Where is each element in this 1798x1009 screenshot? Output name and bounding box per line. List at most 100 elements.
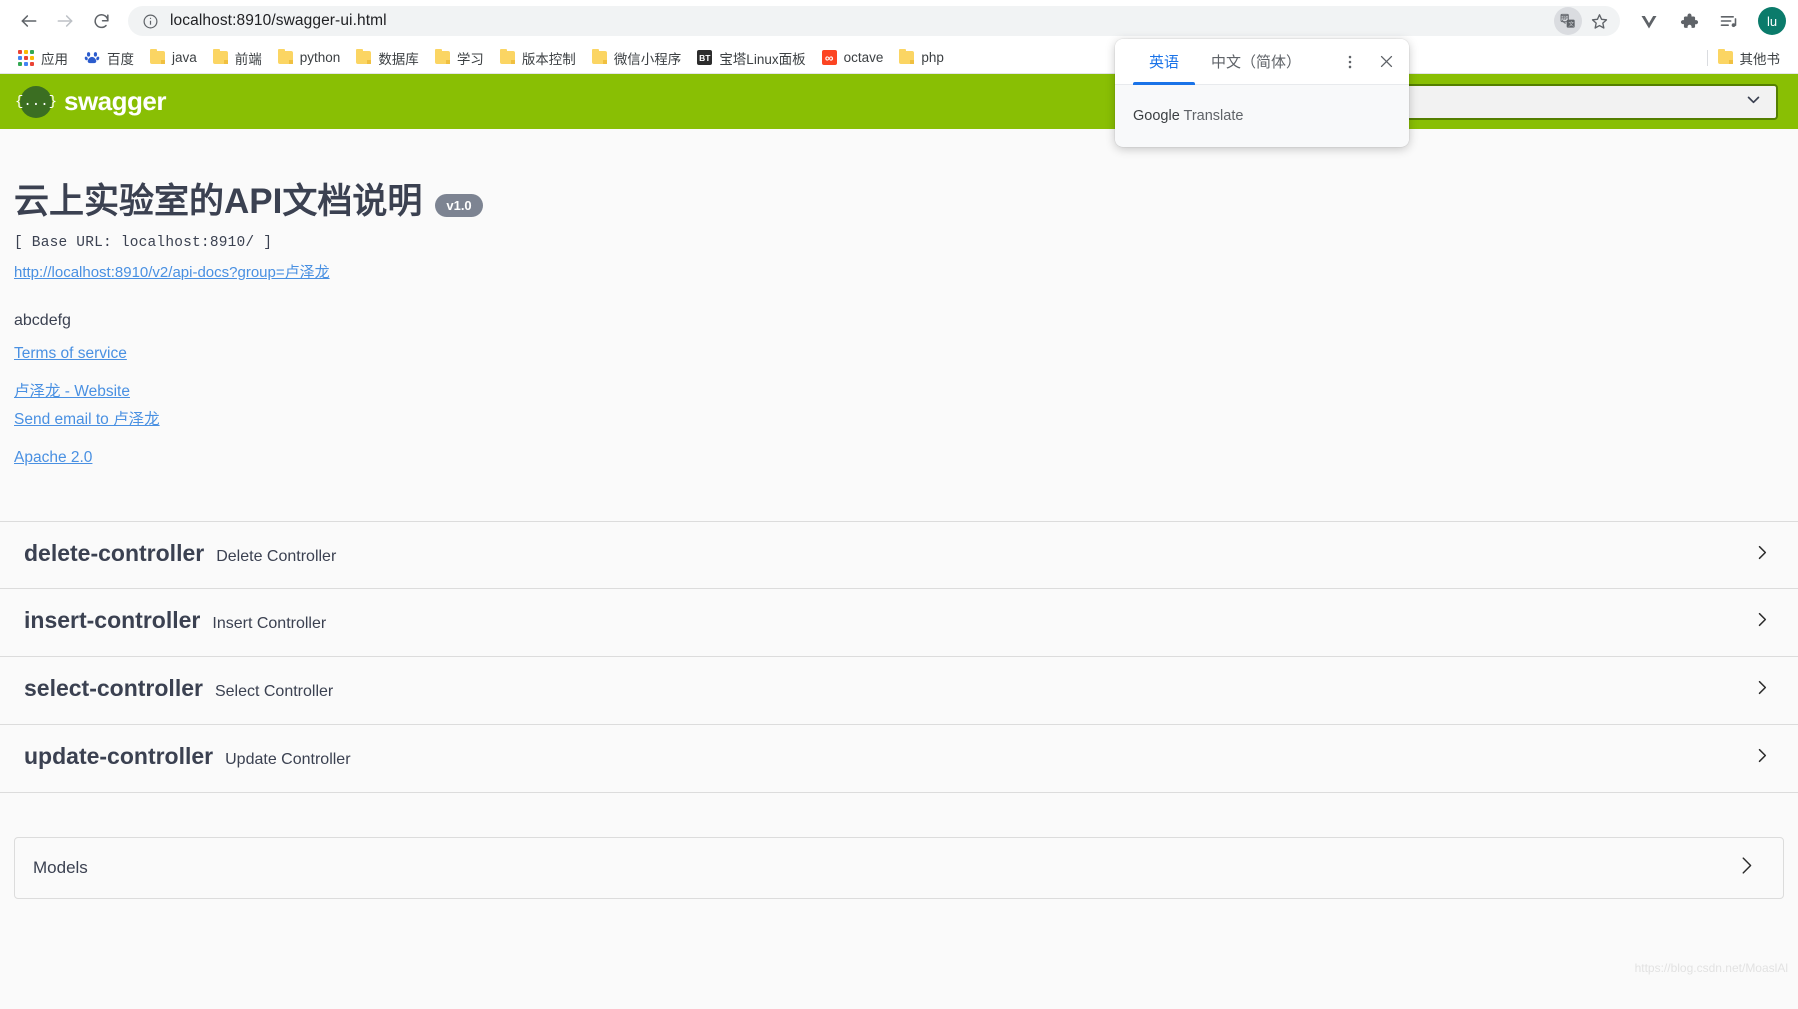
folder-icon <box>499 48 515 64</box>
tag-row-update-controller[interactable]: update-controller Update Controller <box>0 725 1798 793</box>
reload-button[interactable] <box>84 4 118 38</box>
bookmark-label: octave <box>843 50 884 65</box>
watermark: https://blog.csdn.net/MoaslAl <box>1634 961 1788 975</box>
translate-popup: 英语 中文（简体） Google Translate <box>1115 39 1409 147</box>
chevron-right-icon[interactable] <box>1752 610 1772 635</box>
folder-icon <box>150 48 165 64</box>
translate-popup-body: Google Translate <box>1115 85 1409 146</box>
swagger-brand-text: swagger <box>64 86 167 116</box>
tag-name: update-controller <box>24 742 214 769</box>
bookmark-wechat-miniprogram[interactable]: 微信小程序 <box>584 45 690 71</box>
bookmark-baidu[interactable]: 百度 <box>76 45 142 71</box>
bookmark-label: 应用 <box>41 51 68 67</box>
bookmark-label: java <box>172 50 197 65</box>
version-badge: v1.0 <box>435 194 483 217</box>
google-translate-brand: Google Translate <box>1133 108 1243 124</box>
bookmark-study[interactable]: 学习 <box>427 45 492 71</box>
baidu-icon <box>84 50 100 65</box>
tab-english[interactable]: 英语 <box>1133 39 1196 85</box>
tag-row-delete-controller[interactable]: delete-controller Delete Controller <box>0 520 1798 589</box>
bookmark-database[interactable]: 数据库 <box>348 45 427 71</box>
tag-name: select-controller <box>24 674 203 701</box>
tag-row-insert-controller[interactable]: insert-controller Insert Controller <box>0 589 1798 657</box>
bookmark-label: 学习 <box>456 51 484 67</box>
chevron-down-icon <box>1745 91 1762 113</box>
models-title: Models <box>33 857 88 877</box>
browser-chrome: localhost:8910/swagger-ui.html G 文 lu 应用… <box>0 0 1798 74</box>
bookmark-label: 其他书 <box>1739 51 1781 67</box>
bookmark-apps[interactable]: 应用 <box>10 45 76 71</box>
tag-name: insert-controller <box>24 606 201 633</box>
bookmark-label: 宝塔Linux面板 <box>719 51 806 67</box>
avatar[interactable]: lu <box>1758 7 1786 35</box>
bookmark-label: 版本控制 <box>521 51 576 67</box>
divider <box>1706 49 1708 66</box>
tag-row-select-controller[interactable]: select-controller Select Controller <box>0 657 1798 725</box>
extensions-puzzle-icon[interactable] <box>1672 4 1706 38</box>
bookmark-other[interactable]: 其他书 <box>1717 45 1789 71</box>
folder-icon <box>899 48 915 64</box>
info-circle-icon[interactable] <box>142 13 159 30</box>
bookmark-version-control[interactable]: 版本控制 <box>492 45 584 71</box>
back-button[interactable] <box>12 4 46 38</box>
api-docs-link[interactable]: http://localhost:8910/v2/api-docs?group=… <box>14 261 330 282</box>
address-bar[interactable]: localhost:8910/swagger-ui.html G 文 <box>128 6 1620 36</box>
chevron-right-icon[interactable] <box>1752 542 1772 567</box>
translate-popup-actions <box>1335 47 1401 77</box>
kebab-menu-icon[interactable] <box>1335 47 1365 77</box>
browser-toolbar: localhost:8910/swagger-ui.html G 文 lu <box>0 0 1798 42</box>
models-section[interactable]: Models <box>14 836 1784 899</box>
brand-suffix: Translate <box>1179 107 1244 124</box>
bookmark-python[interactable]: python <box>270 45 349 71</box>
chevron-right-icon[interactable] <box>1752 746 1772 771</box>
url-text: localhost:8910/swagger-ui.html <box>170 12 387 29</box>
brand-prefix: Google <box>1133 107 1180 124</box>
swagger-topbar: {...} swagger Select a spec <box>0 74 1798 129</box>
translate-icon[interactable]: G 文 <box>1554 7 1582 35</box>
folder-icon <box>356 48 372 64</box>
bookmark-octave[interactable]: ∞ octave <box>814 45 892 71</box>
tag-description: Update Controller <box>225 750 351 768</box>
contact-website-link[interactable]: 卢泽龙 - Website <box>14 379 130 401</box>
page-title: 云上实验室的API文档说明 <box>14 182 423 221</box>
contact-email-link[interactable]: Send email to 卢泽龙 <box>14 407 160 429</box>
swagger-braces-icon: {...} <box>15 85 57 118</box>
terms-of-service-link[interactable]: Terms of service <box>14 345 127 363</box>
bookmark-star-icon[interactable] <box>1584 6 1614 36</box>
api-description: abcdefg <box>14 311 71 329</box>
bookmark-frontend[interactable]: 前端 <box>205 45 270 71</box>
svg-text:G: G <box>1563 16 1567 22</box>
tag-name: delete-controller <box>24 539 205 566</box>
tab-chinese-simplified[interactable]: 中文（简体） <box>1195 39 1317 85</box>
media-playlist-icon[interactable] <box>1712 4 1746 38</box>
tag-list: delete-controller Delete Controller inse… <box>0 520 1798 793</box>
api-title-row: 云上实验室的API文档说明 v1.0 <box>14 182 1798 221</box>
bookmarks-overflow[interactable]: 其他书 <box>1706 45 1789 71</box>
chevron-right-icon[interactable] <box>1752 678 1772 703</box>
api-info-block: 云上实验室的API文档说明 v1.0 [ Base URL: localhost… <box>0 129 1798 467</box>
folder-icon <box>434 48 450 64</box>
bookmark-label: php <box>921 50 944 65</box>
tag-description: Insert Controller <box>212 614 327 632</box>
chevron-right-icon[interactable] <box>1735 854 1757 881</box>
bookmark-label: 前端 <box>234 51 262 67</box>
close-icon[interactable] <box>1371 47 1401 77</box>
folder-icon <box>212 48 228 64</box>
octave-icon: ∞ <box>821 50 837 65</box>
bookmark-php[interactable]: php <box>891 45 952 71</box>
folder-icon <box>277 48 293 64</box>
license-link[interactable]: Apache 2.0 <box>14 449 92 467</box>
bookmark-label: 百度 <box>107 51 134 67</box>
bt-panel-icon: BT <box>697 50 713 65</box>
apps-grid-icon <box>18 49 34 66</box>
forward-button[interactable] <box>48 4 82 38</box>
vue-devtools-icon[interactable] <box>1632 4 1666 38</box>
tag-description: Delete Controller <box>216 547 337 565</box>
bookmark-java[interactable]: java <box>142 45 205 71</box>
swagger-page-body: 云上实验室的API文档说明 v1.0 [ Base URL: localhost… <box>0 129 1798 983</box>
swagger-logo[interactable]: {...} swagger <box>15 85 167 118</box>
spec-select-dropdown[interactable] <box>1348 83 1778 120</box>
bookmarks-bar: 应用 百度 java 前端 python 数据库 学习 版本控制 微信小程序 B… <box>0 42 1798 74</box>
bookmark-label: 微信小程序 <box>613 51 682 67</box>
bookmark-bt-panel[interactable]: BT 宝塔Linux面板 <box>689 45 813 71</box>
